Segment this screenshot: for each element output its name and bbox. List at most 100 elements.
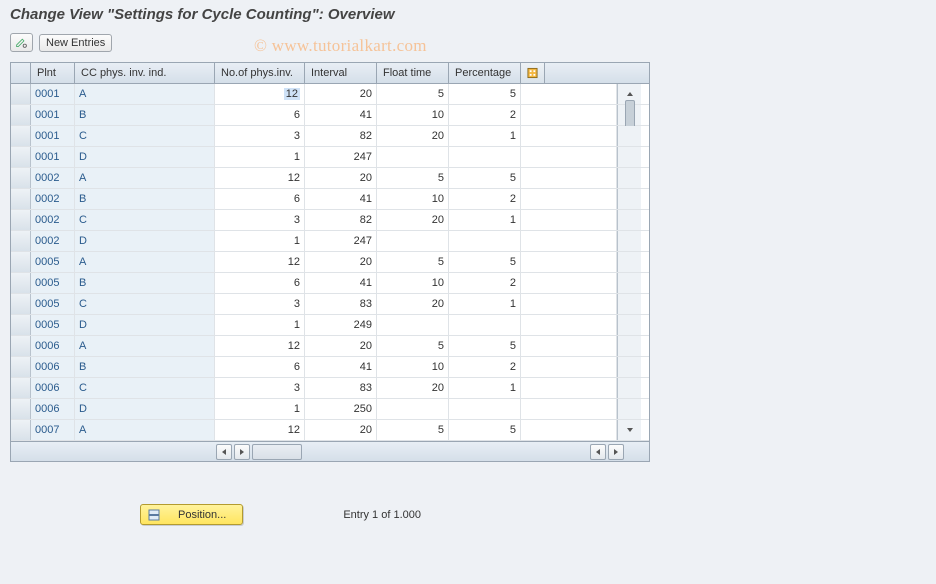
other-view-button[interactable]: [10, 33, 33, 52]
new-entries-button[interactable]: New Entries: [39, 34, 112, 52]
hscroll-left2-button[interactable]: [590, 444, 606, 460]
vscroll-track[interactable]: [617, 252, 641, 272]
row-selector[interactable]: [11, 168, 31, 188]
cell-cc[interactable]: D: [75, 231, 215, 251]
cell-plant[interactable]: 0001: [31, 105, 75, 125]
cell-plant[interactable]: 0001: [31, 147, 75, 167]
cell-percentage[interactable]: [449, 399, 521, 419]
vscroll-track[interactable]: [617, 210, 641, 230]
vscroll-track[interactable]: [617, 126, 641, 146]
cell-float[interactable]: 20: [377, 210, 449, 230]
cell-cc[interactable]: B: [75, 273, 215, 293]
table-config-button[interactable]: [521, 63, 545, 83]
row-selector[interactable]: [11, 252, 31, 272]
hscroll-left-button[interactable]: [216, 444, 232, 460]
cell-cc[interactable]: D: [75, 147, 215, 167]
cell-interval[interactable]: 20: [305, 252, 377, 272]
cell-interval[interactable]: 250: [305, 399, 377, 419]
vscroll-track[interactable]: [617, 231, 641, 251]
hscroll-track[interactable]: [252, 444, 302, 460]
cell-num[interactable]: 6: [215, 105, 305, 125]
cell-interval[interactable]: 247: [305, 147, 377, 167]
cell-plant[interactable]: 0002: [31, 231, 75, 251]
cell-extra[interactable]: [521, 294, 617, 314]
row-selector[interactable]: [11, 336, 31, 356]
row-selector[interactable]: [11, 294, 31, 314]
cell-float[interactable]: 5: [377, 336, 449, 356]
row-selector[interactable]: [11, 420, 31, 440]
cell-percentage[interactable]: 1: [449, 126, 521, 146]
cell-float[interactable]: [377, 147, 449, 167]
col-header-float[interactable]: Float time: [377, 63, 449, 83]
cell-plant[interactable]: 0002: [31, 168, 75, 188]
cell-cc[interactable]: C: [75, 126, 215, 146]
cell-extra[interactable]: [521, 273, 617, 293]
cell-float[interactable]: [377, 315, 449, 335]
cell-percentage[interactable]: [449, 315, 521, 335]
vscroll-track[interactable]: [617, 357, 641, 377]
row-selector[interactable]: [11, 189, 31, 209]
cell-percentage[interactable]: 5: [449, 252, 521, 272]
cell-extra[interactable]: [521, 336, 617, 356]
row-selector[interactable]: [11, 84, 31, 104]
cell-num[interactable]: 1: [215, 231, 305, 251]
cell-float[interactable]: 10: [377, 105, 449, 125]
cell-percentage[interactable]: 5: [449, 168, 521, 188]
row-selector[interactable]: [11, 357, 31, 377]
cell-plant[interactable]: 0006: [31, 399, 75, 419]
cell-num[interactable]: 3: [215, 126, 305, 146]
cell-float[interactable]: 10: [377, 357, 449, 377]
cell-extra[interactable]: [521, 399, 617, 419]
row-selector[interactable]: [11, 378, 31, 398]
vscroll-track[interactable]: [617, 168, 641, 188]
cell-plant[interactable]: 0006: [31, 357, 75, 377]
cell-num[interactable]: 12: [215, 252, 305, 272]
cell-percentage[interactable]: 5: [449, 420, 521, 440]
vscroll-track[interactable]: [617, 147, 641, 167]
row-selector[interactable]: [11, 231, 31, 251]
row-selector[interactable]: [11, 105, 31, 125]
cell-cc[interactable]: A: [75, 252, 215, 272]
col-header-cc[interactable]: CC phys. inv. ind.: [75, 63, 215, 83]
cell-plant[interactable]: 0007: [31, 420, 75, 440]
cell-num[interactable]: 6: [215, 357, 305, 377]
cell-float[interactable]: 5: [377, 84, 449, 104]
row-selector[interactable]: [11, 399, 31, 419]
cell-interval[interactable]: 20: [305, 336, 377, 356]
cell-interval[interactable]: 41: [305, 189, 377, 209]
cell-extra[interactable]: [521, 357, 617, 377]
select-all-header[interactable]: [11, 63, 31, 83]
cell-num[interactable]: 3: [215, 378, 305, 398]
cell-float[interactable]: 5: [377, 168, 449, 188]
cell-float[interactable]: 20: [377, 126, 449, 146]
cell-extra[interactable]: [521, 84, 617, 104]
cell-percentage[interactable]: [449, 147, 521, 167]
cell-num[interactable]: 3: [215, 210, 305, 230]
cell-cc[interactable]: D: [75, 315, 215, 335]
cell-interval[interactable]: 41: [305, 105, 377, 125]
cell-percentage[interactable]: 1: [449, 210, 521, 230]
cell-cc[interactable]: A: [75, 84, 215, 104]
cell-cc[interactable]: A: [75, 336, 215, 356]
cell-interval[interactable]: 82: [305, 210, 377, 230]
position-button[interactable]: Position...: [140, 504, 243, 525]
cell-extra[interactable]: [521, 168, 617, 188]
cell-num[interactable]: 12: [215, 84, 305, 104]
cell-plant[interactable]: 0001: [31, 84, 75, 104]
cell-float[interactable]: 20: [377, 294, 449, 314]
cell-percentage[interactable]: 2: [449, 273, 521, 293]
cell-cc[interactable]: C: [75, 294, 215, 314]
cell-float[interactable]: 10: [377, 189, 449, 209]
cell-plant[interactable]: 0002: [31, 189, 75, 209]
cell-interval[interactable]: 41: [305, 273, 377, 293]
cell-extra[interactable]: [521, 147, 617, 167]
cell-interval[interactable]: 249: [305, 315, 377, 335]
cell-extra[interactable]: [521, 105, 617, 125]
cell-plant[interactable]: 0005: [31, 315, 75, 335]
cell-cc[interactable]: B: [75, 357, 215, 377]
cell-float[interactable]: 5: [377, 420, 449, 440]
cell-interval[interactable]: 20: [305, 420, 377, 440]
cell-percentage[interactable]: [449, 231, 521, 251]
cell-num[interactable]: 6: [215, 189, 305, 209]
cell-interval[interactable]: 83: [305, 378, 377, 398]
